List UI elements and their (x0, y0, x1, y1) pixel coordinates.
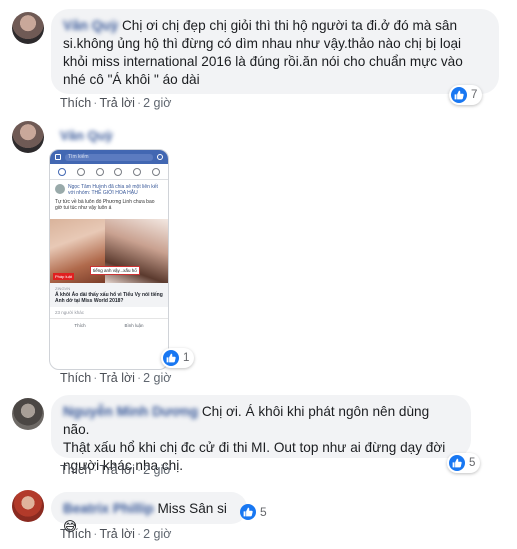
reaction-count[interactable]: 7 (449, 85, 483, 105)
post-action-bar: Thích Bình luận (50, 319, 168, 332)
phone-tabs (50, 164, 168, 180)
reaction-count[interactable]: 1 (161, 348, 195, 368)
comment-text-line: Thật xấu hổ khi chị đc cử đi thi MI. Out… (63, 440, 446, 455)
reaction-count[interactable]: 5 (447, 453, 481, 473)
comment-image[interactable]: Tìm kiếm Ngọc Tâm Huỳnh đã chia sẻ một l… (49, 149, 169, 370)
comment-author[interactable]: Vân Quỳ (63, 18, 118, 33)
post-avatar (55, 184, 65, 194)
post-comment: Bình luận (124, 323, 144, 328)
comment-time[interactable]: 2 giờ (143, 371, 171, 385)
link-title: Á khôi Áo dài thấy xấu hổ vì Tiểu Vy nói… (55, 292, 163, 304)
post-caption: Tự tức về bà luôn đó Phương Linh chưa ba… (55, 199, 155, 211)
image-tag: Pháp luật (53, 273, 74, 280)
marketplace-tab-icon (114, 167, 123, 176)
reply-link[interactable]: Trả lời (99, 527, 135, 541)
comment-actions: Thích · Trả lời · 2 giờ (60, 96, 172, 110)
comment-actions: Thích · Trả lời · 2 giờ (60, 371, 172, 385)
home-tab-icon (58, 167, 67, 176)
menu-tab-icon (151, 167, 160, 176)
reply-link[interactable]: Trả lời (99, 96, 135, 110)
comment-time[interactable]: 2 giờ (143, 96, 171, 110)
like-icon (240, 504, 256, 520)
phone-search: Tìm kiếm (65, 153, 153, 161)
reply-link[interactable]: Trả lời (99, 371, 135, 385)
link-preview: ZINGVN Á khôi Áo dài thấy xấu hổ vì Tiểu… (50, 283, 168, 307)
phone-post: Ngọc Tâm Huỳnh đã chia sẻ một liên kết v… (50, 180, 168, 215)
reaction-count[interactable]: 5 (240, 504, 267, 520)
phone-top-bar: Tìm kiếm (50, 150, 168, 164)
comment-bubble: Beatrix Phillip Miss Sân si 😅 (51, 492, 247, 535)
groups-tab-icon (76, 167, 85, 176)
comment-author[interactable]: Vân Quỳ (60, 128, 113, 143)
post-like: Thích (74, 323, 86, 328)
like-icon (451, 87, 467, 103)
like-link[interactable]: Thích (60, 96, 91, 110)
post-header: Ngọc Tâm Huỳnh đã chia sẻ một liên kết v… (68, 184, 158, 196)
messenger-icon (157, 154, 163, 160)
avatar[interactable] (12, 12, 44, 44)
like-icon (163, 350, 179, 366)
comment-actions: Thích · Trả lời · 2 giờ (60, 527, 172, 541)
comment-actions: Thích · Trả lời · 2 giờ (60, 463, 172, 477)
comment-bubble: Nguyễn Minh Dương Chị ơi. Á khôi khi phá… (51, 395, 471, 473)
reaction-number: 7 (471, 89, 478, 101)
comment-author[interactable]: Beatrix Phillip (63, 501, 154, 516)
camera-icon (55, 154, 61, 160)
avatar[interactable] (12, 121, 44, 153)
avatar[interactable] (12, 398, 44, 430)
like-link[interactable]: Thích (60, 371, 91, 385)
reply-link[interactable]: Trả lời (99, 463, 135, 477)
comment-author[interactable]: Nguyễn Minh Dương (63, 404, 198, 419)
reaction-number: 5 (260, 505, 267, 519)
post-meta: 23 người khác (50, 307, 168, 319)
comment-bubble: Vân Quỳ Chị ơi chị đẹp chị giỏi thì thi … (51, 9, 499, 94)
comment-text-line: nhé cô "Á khôi " áo dài (63, 72, 200, 87)
notifications-tab-icon (132, 167, 141, 176)
avatar[interactable] (12, 490, 44, 522)
comment-time[interactable]: 2 giờ (143, 527, 171, 541)
comment-time[interactable]: 2 giờ (143, 463, 171, 477)
reaction-number: 1 (183, 352, 190, 364)
like-link[interactable]: Thích (60, 463, 91, 477)
post-image: Pháp luật tiếng anh vậy...xấu hổ (50, 219, 168, 283)
comment-text-line: Chị ơi chị đẹp chị giỏi thì thi hộ người… (121, 18, 458, 33)
reaction-number: 5 (469, 457, 476, 469)
image-quote: tiếng anh vậy...xấu hổ (90, 266, 140, 275)
comment-text: Miss Sân si (157, 501, 227, 516)
like-link[interactable]: Thích (60, 527, 91, 541)
friends-tab-icon (95, 167, 104, 176)
comment-text-line: si.không ủng hộ thì đừng có dìm nhau như… (63, 36, 462, 51)
comment-text-line: khỏi miss international 2016 là đúng rồi… (63, 54, 463, 69)
like-icon (449, 455, 465, 471)
